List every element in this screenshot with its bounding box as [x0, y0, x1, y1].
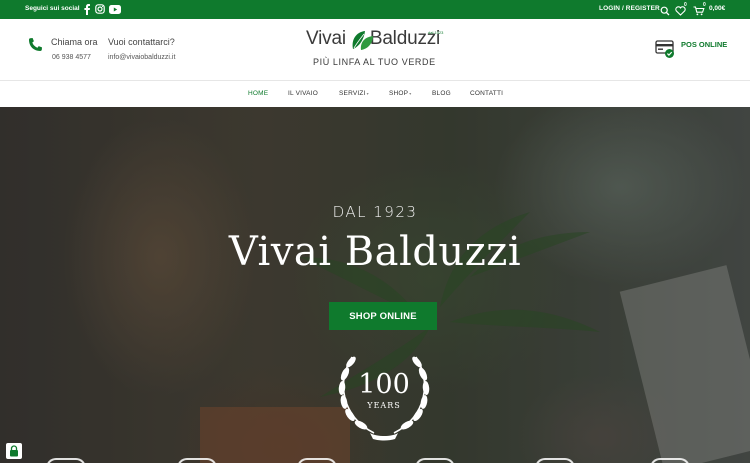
youtube-icon[interactable]	[109, 3, 121, 15]
hero-since: DAL 1923	[332, 203, 418, 221]
leaf-logo-icon	[349, 29, 375, 51]
nav-item-servizi[interactable]: SERVIZI▾	[339, 90, 369, 97]
credit-card-icon	[655, 39, 675, 59]
badge-label: YEARS	[367, 401, 401, 410]
nav-item-servizi-label: SERVIZI	[339, 90, 366, 97]
pos-online-link[interactable]: POS ONLINE	[681, 40, 727, 49]
nav-item-shop[interactable]: SHOP▾	[389, 90, 411, 97]
carousel-dot[interactable]	[46, 458, 86, 463]
main-nav: HOME IL VIVAIO SERVIZI▾ SHOP▾ BLOG CONTA…	[0, 82, 750, 107]
hero-carousel-indicators	[0, 458, 750, 463]
contact-label: Vuoi contattarci?	[108, 37, 175, 47]
facebook-icon[interactable]	[81, 3, 93, 15]
call-label: Chiama ora	[51, 37, 98, 47]
nav-item-blog[interactable]: BLOG	[432, 90, 451, 97]
nav-item-contatti[interactable]: CONTATTI	[470, 90, 503, 97]
site-header: Chiama ora 06 938 4577 Vuoi contattarci?…	[0, 19, 750, 81]
carousel-dot[interactable]	[297, 458, 337, 463]
top-bar: Seguici sui social LOGIN / REGISTER 0 0 …	[0, 0, 750, 19]
phone-icon	[27, 37, 43, 53]
wishlist-count: 0	[684, 2, 687, 8]
cart-count: 0	[703, 2, 706, 8]
cart-total[interactable]: 0,00€	[709, 5, 725, 12]
carousel-dot[interactable]	[650, 458, 690, 463]
shop-online-button[interactable]: SHOP ONLINE	[329, 302, 437, 330]
logo-since: dal 1923	[428, 30, 444, 35]
logo-tagline: PIÙ LINFA AL TUO VERDE	[313, 57, 436, 67]
chevron-down-icon: ▾	[366, 91, 369, 96]
hero-title: Vivai Balduzzi	[228, 229, 522, 275]
login-register-link[interactable]: LOGIN / REGISTER	[599, 5, 660, 12]
privacy-lock-icon[interactable]	[6, 443, 22, 459]
nav-item-il-vivaio[interactable]: IL VIVAIO	[288, 90, 318, 97]
carousel-dot[interactable]	[535, 458, 575, 463]
email-link[interactable]: info@vivaiobalduzzi.it	[108, 54, 175, 61]
carousel-dot[interactable]	[177, 458, 217, 463]
nav-item-shop-label: SHOP	[389, 90, 409, 97]
chevron-down-icon: ▾	[409, 91, 412, 96]
nav-item-home[interactable]: HOME	[248, 90, 268, 97]
hero-banner: DAL 1923 Vivai Balduzzi SHOP ONLINE 100 …	[0, 107, 750, 463]
phone-number-link[interactable]: 06 938 4577	[52, 54, 91, 61]
instagram-icon[interactable]	[94, 3, 106, 15]
badge-number: 100	[358, 369, 410, 400]
logo-part1: Vivai	[306, 28, 346, 49]
carousel-dot[interactable]	[415, 458, 455, 463]
social-label: Seguici sui social	[25, 5, 80, 12]
search-icon[interactable]	[660, 3, 672, 16]
